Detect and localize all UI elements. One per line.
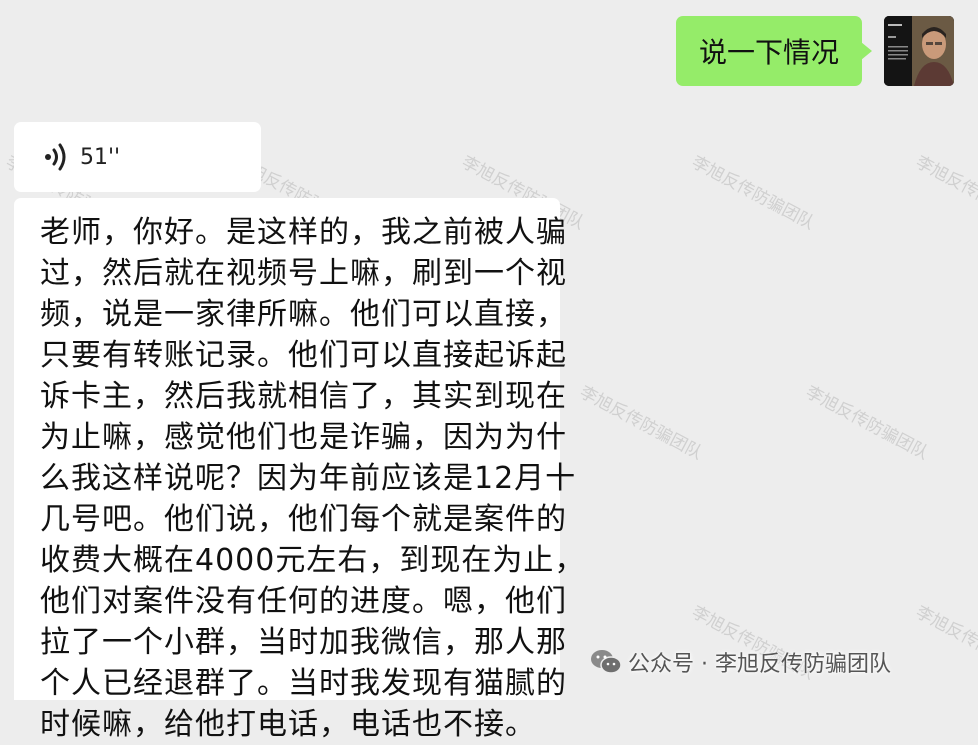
transcript-line: 为止嘛，感觉他们也是诈骗，因为为什	[40, 420, 567, 455]
avatar-image	[884, 16, 954, 86]
transcript-line: 么我这样说呢？因为年前应该是12月十	[40, 461, 577, 496]
transcript-line: 频，说是一家律所嘛。他们可以直接，	[40, 297, 567, 332]
outgoing-message-bubble[interactable]: 说一下情况	[676, 16, 872, 86]
official-account-name: 公众号 · 李旭反传防骗团队	[628, 652, 891, 677]
transcript-line: 只要有转账记录。他们可以直接起诉起	[40, 338, 567, 373]
transcript-line: 诉卡主，然后我就相信了，其实到现在	[40, 379, 567, 414]
watermark: 李旭反传防骗团队	[802, 382, 932, 464]
avatar[interactable]	[884, 16, 954, 86]
official-account-label: 公众号 · 李旭反传防骗团队	[590, 642, 891, 682]
watermark: 李旭反传防骗团队	[912, 602, 978, 684]
outgoing-message-text: 说一下情况	[698, 36, 839, 69]
watermark: 李旭反传防骗团队	[688, 152, 818, 234]
watermark: 李旭反传防骗团队	[576, 382, 706, 464]
transcript-line: 拉了一个小群，当时加我微信，那人那	[40, 625, 567, 660]
voice-wave-icon	[45, 143, 66, 171]
transcript-line: 收费大概在4000元左右，到现在为止，	[40, 543, 586, 578]
chat-window: 李旭反传防骗团队 李旭反传防骗团队 李旭反传防骗团队 李旭反传防骗团队 李旭反传…	[0, 0, 978, 742]
transcript-line: 个人已经退群了。当时我发现有猫腻的	[40, 666, 567, 701]
voice-transcript-bubble[interactable]: 老师，你好。是这样的，我之前被人骗 过，然后就在视频号上嘛，刷到一个视 频，说是…	[14, 198, 586, 742]
transcript-line: 几号吧。他们说，他们每个就是案件的	[40, 502, 567, 537]
transcript-line: 他们对案件没有任何的进度。嗯，他们	[40, 584, 567, 619]
transcript-line: 时候嘛，给他打电话，电话也不接。	[40, 707, 536, 742]
voice-message-bubble[interactable]: 51''	[14, 122, 261, 192]
wechat-icon	[591, 650, 622, 674]
voice-duration: 51''	[80, 144, 121, 170]
transcript-line: 过，然后就在视频号上嘛，刷到一个视	[40, 256, 567, 291]
outgoing-message-row: 说一下情况	[0, 0, 978, 110]
transcript-line: 老师，你好。是这样的，我之前被人骗	[40, 215, 567, 250]
watermark: 李旭反传防骗团队	[912, 152, 978, 234]
